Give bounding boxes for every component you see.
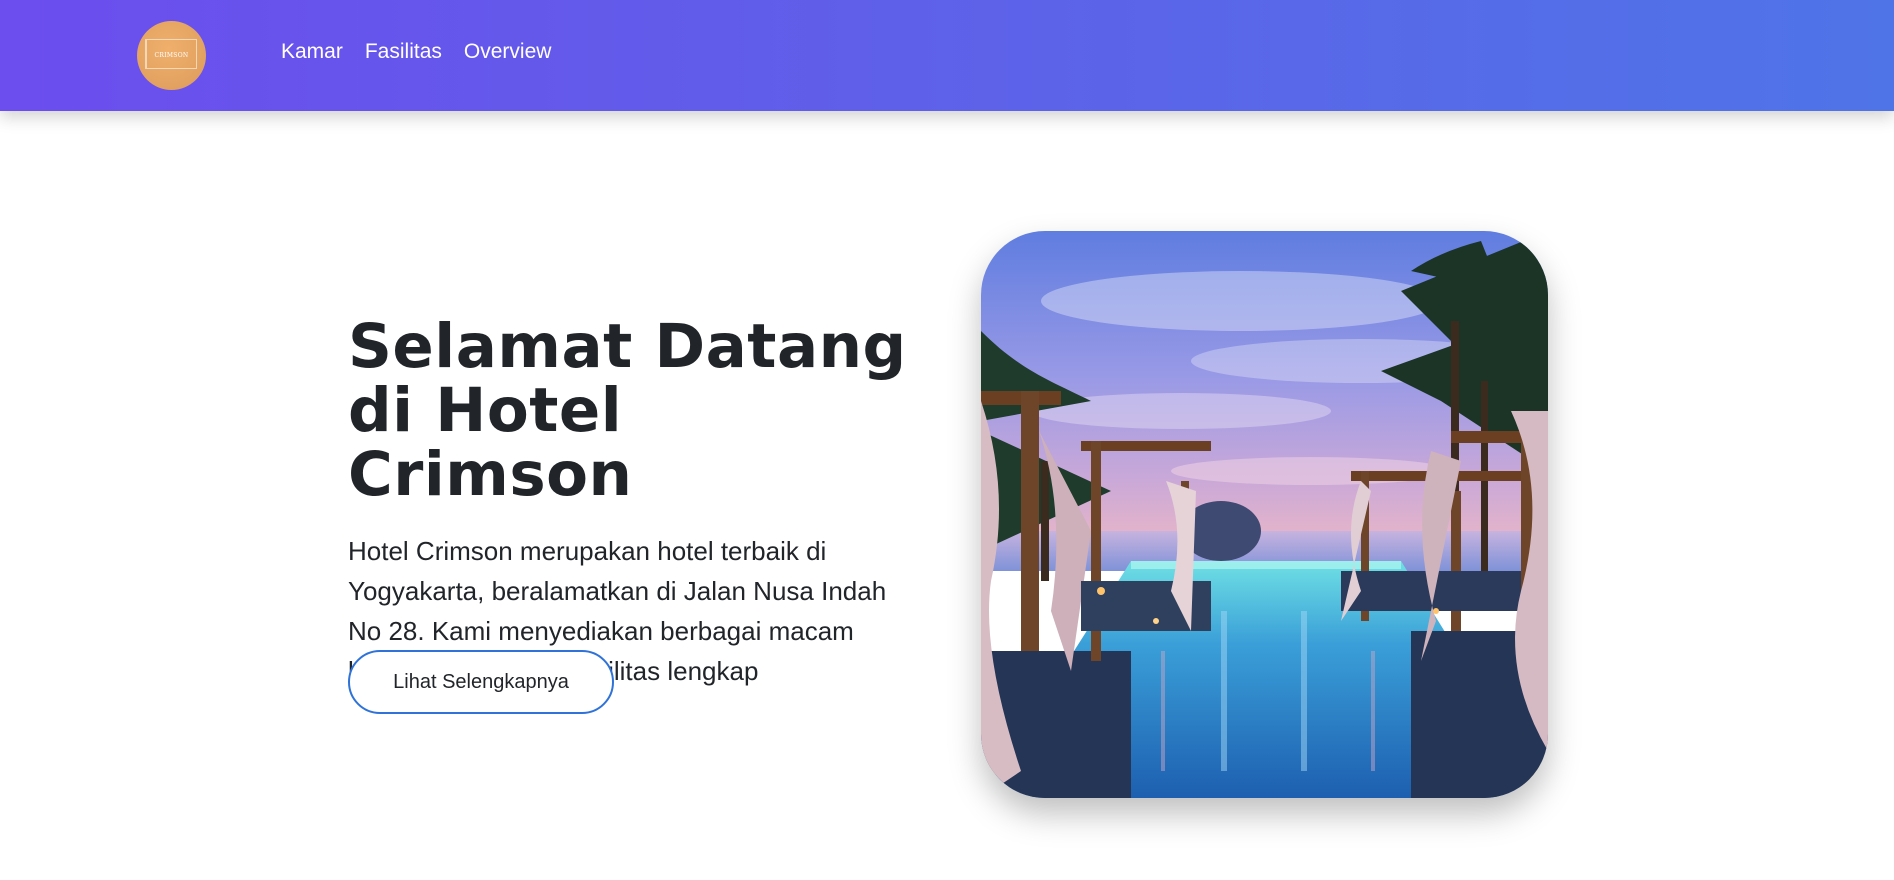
hero-title: Selamat Datang di Hotel Crimson	[348, 315, 928, 507]
hotel-logo[interactable]: CRIMSON	[137, 21, 206, 90]
nav-link-overview[interactable]: Overview	[464, 40, 552, 64]
hero-image	[981, 231, 1548, 798]
see-more-button[interactable]: Lihat Selengkapnya	[348, 650, 614, 714]
nav-link-fasilitas[interactable]: Fasilitas	[365, 40, 442, 64]
nav-link-kamar[interactable]: Kamar	[281, 40, 343, 64]
hero-title-line-1: Selamat Datang	[348, 311, 907, 382]
hero-title-line-2: di Hotel Crimson	[348, 375, 633, 510]
hero-text: Selamat Datang di Hotel Crimson Hotel Cr…	[348, 315, 928, 691]
main-nav: Kamar Fasilitas Overview	[281, 40, 551, 64]
logo-text: CRIMSON	[154, 52, 189, 59]
top-navbar: CRIMSON Kamar Fasilitas Overview	[0, 0, 1894, 111]
